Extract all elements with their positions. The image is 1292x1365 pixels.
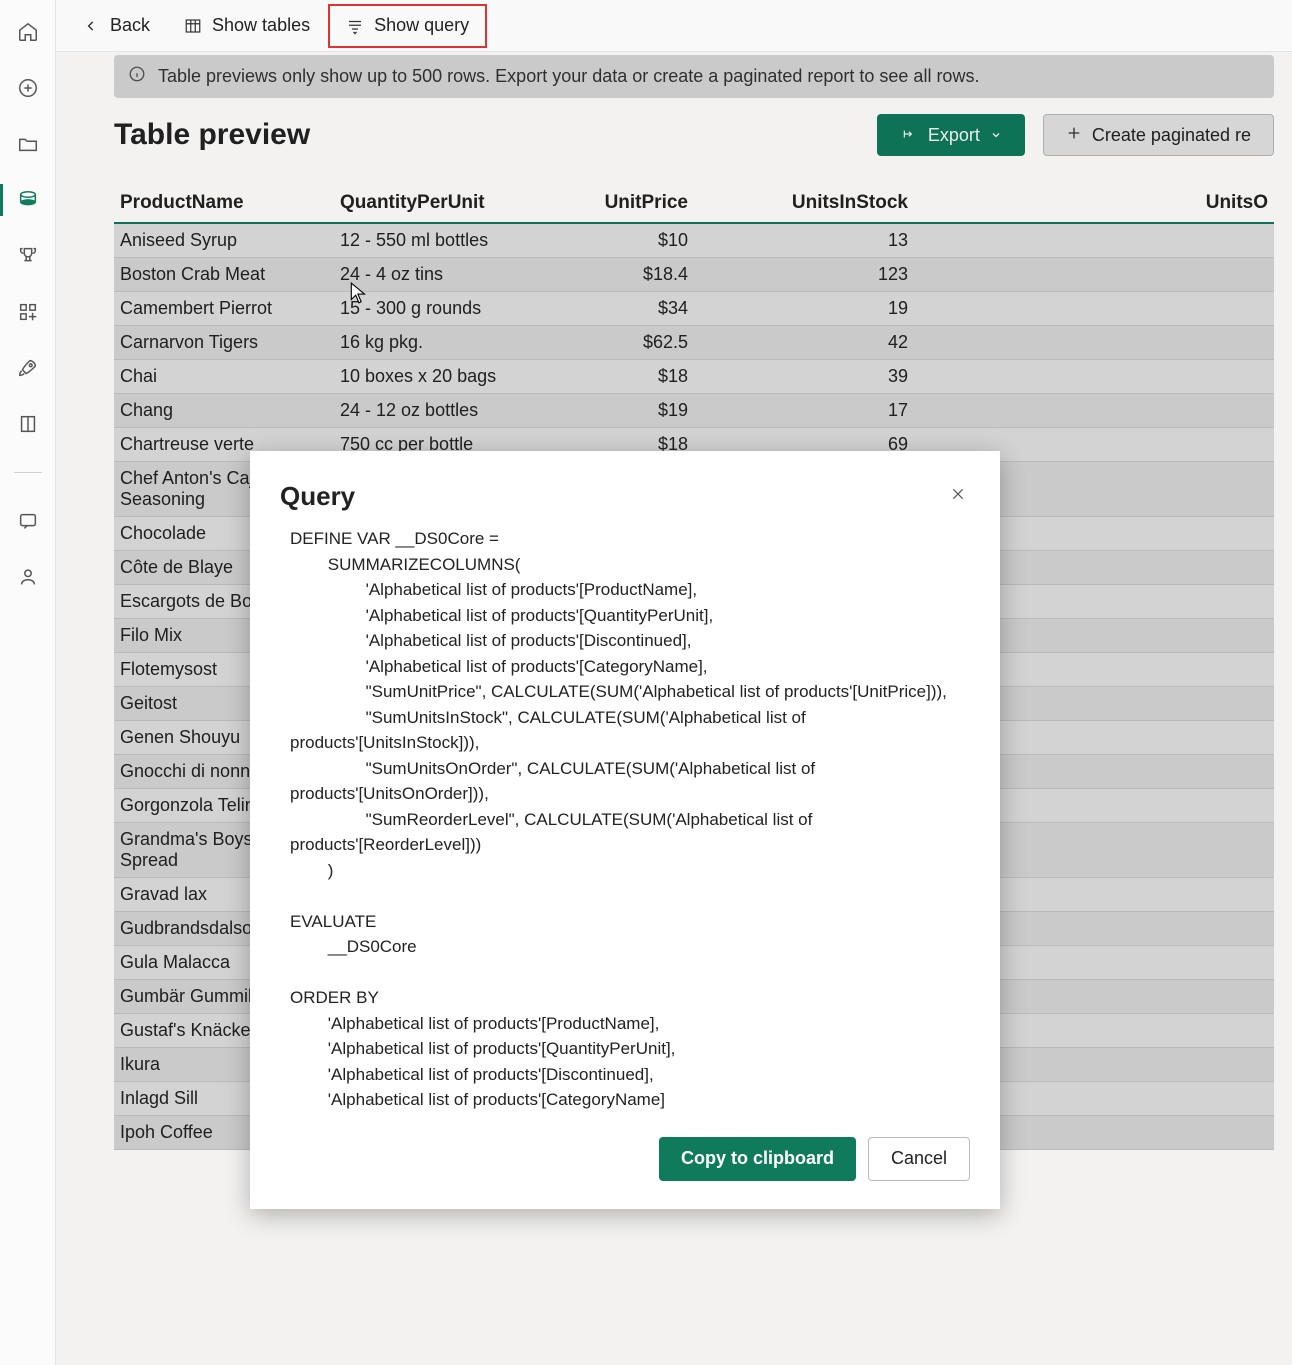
- cell: [914, 223, 1274, 258]
- query-icon: [346, 17, 364, 35]
- cell: $19: [544, 394, 694, 428]
- cell: [914, 360, 1274, 394]
- table-icon: [184, 17, 202, 35]
- export-icon: [900, 125, 918, 146]
- show-tables-label: Show tables: [212, 15, 310, 36]
- cell: 123: [694, 258, 914, 292]
- cell: [914, 258, 1274, 292]
- top-toolbar: Back Show tables Show query: [56, 0, 1292, 52]
- show-query-button[interactable]: Show query: [328, 4, 487, 48]
- cell: Aniseed Syrup: [114, 223, 334, 258]
- cell: [914, 292, 1274, 326]
- cell: 12 - 550 ml bottles: [334, 223, 544, 258]
- col-unitsinstock[interactable]: UnitsInStock: [694, 184, 914, 223]
- trophy-icon[interactable]: [16, 244, 40, 268]
- header-actions: Export Create paginated re: [877, 114, 1274, 156]
- cell: 16 kg pkg.: [334, 326, 544, 360]
- show-tables-button[interactable]: Show tables: [168, 4, 326, 48]
- col-unitsonorder[interactable]: UnitsO: [914, 184, 1274, 223]
- cell: 15 - 300 g rounds: [334, 292, 544, 326]
- page-title: Table preview: [114, 118, 310, 152]
- table-row[interactable]: Chang24 - 12 oz bottles$1917: [114, 394, 1274, 428]
- show-query-label: Show query: [374, 15, 469, 36]
- create-label: Create paginated re: [1092, 125, 1251, 146]
- col-unitprice[interactable]: UnitPrice: [544, 184, 694, 223]
- cell: Camembert Pierrot: [114, 292, 334, 326]
- cell: $10: [544, 223, 694, 258]
- table-row[interactable]: Aniseed Syrup12 - 550 ml bottles$1013: [114, 223, 1274, 258]
- chevron-left-icon: [82, 17, 100, 35]
- copy-button[interactable]: Copy to clipboard: [659, 1137, 856, 1181]
- query-text[interactable]: DEFINE VAR __DS0Core = SUMMARIZECOLUMNS(…: [290, 526, 970, 1113]
- header-row: Table preview Export Create paginated re: [114, 114, 1274, 156]
- cell: $34: [544, 292, 694, 326]
- rocket-icon[interactable]: [16, 356, 40, 380]
- cell: 19: [694, 292, 914, 326]
- left-sidebar: [0, 0, 56, 1365]
- cell: 42: [694, 326, 914, 360]
- chevron-down-icon: [990, 125, 1002, 146]
- person-icon[interactable]: [16, 565, 40, 589]
- create-paginated-button[interactable]: Create paginated re: [1043, 114, 1274, 156]
- cell: Carnarvon Tigers: [114, 326, 334, 360]
- cell: 24 - 4 oz tins: [334, 258, 544, 292]
- table-row[interactable]: Boston Crab Meat24 - 4 oz tins$18.4123: [114, 258, 1274, 292]
- info-icon: [128, 65, 146, 88]
- cell: $62.5: [544, 326, 694, 360]
- add-icon[interactable]: [16, 76, 40, 100]
- cell: [914, 394, 1274, 428]
- apps-icon[interactable]: [16, 300, 40, 324]
- table-row[interactable]: Camembert Pierrot15 - 300 g rounds$3419: [114, 292, 1274, 326]
- cell: Boston Crab Meat: [114, 258, 334, 292]
- cancel-button[interactable]: Cancel: [868, 1137, 970, 1181]
- table-row[interactable]: Chai10 boxes x 20 bags$1839: [114, 360, 1274, 394]
- col-qtyperunit[interactable]: QuantityPerUnit: [334, 184, 544, 223]
- plus-icon: [1066, 125, 1082, 146]
- cell: 39: [694, 360, 914, 394]
- close-button[interactable]: [946, 482, 970, 511]
- modal-title: Query: [280, 481, 355, 512]
- sidebar-divider: [14, 472, 42, 473]
- query-modal: Query DEFINE VAR __DS0Core = SUMMARIZECO…: [250, 451, 1000, 1209]
- back-button[interactable]: Back: [66, 4, 166, 48]
- cell: 13: [694, 223, 914, 258]
- cell: 10 boxes x 20 bags: [334, 360, 544, 394]
- data-icon[interactable]: [16, 188, 40, 212]
- export-label: Export: [928, 125, 980, 146]
- cell: $18.4: [544, 258, 694, 292]
- book-icon[interactable]: [16, 412, 40, 436]
- cell: 24 - 12 oz bottles: [334, 394, 544, 428]
- modal-footer: Copy to clipboard Cancel: [280, 1137, 970, 1181]
- table-header-row: ProductName QuantityPerUnit UnitPrice Un…: [114, 184, 1274, 223]
- cell: Chai: [114, 360, 334, 394]
- export-button[interactable]: Export: [877, 114, 1025, 156]
- table-row[interactable]: Carnarvon Tigers16 kg pkg.$62.542: [114, 326, 1274, 360]
- folder-icon[interactable]: [16, 132, 40, 156]
- cell: Chang: [114, 394, 334, 428]
- cell: $18: [544, 360, 694, 394]
- info-banner: Table previews only show up to 500 rows.…: [114, 55, 1274, 98]
- cell: [914, 326, 1274, 360]
- back-label: Back: [110, 15, 150, 36]
- message-icon[interactable]: [16, 509, 40, 533]
- home-icon[interactable]: [16, 20, 40, 44]
- col-productname[interactable]: ProductName: [114, 184, 334, 223]
- modal-header: Query: [280, 481, 970, 512]
- cell: 17: [694, 394, 914, 428]
- info-text: Table previews only show up to 500 rows.…: [158, 66, 979, 87]
